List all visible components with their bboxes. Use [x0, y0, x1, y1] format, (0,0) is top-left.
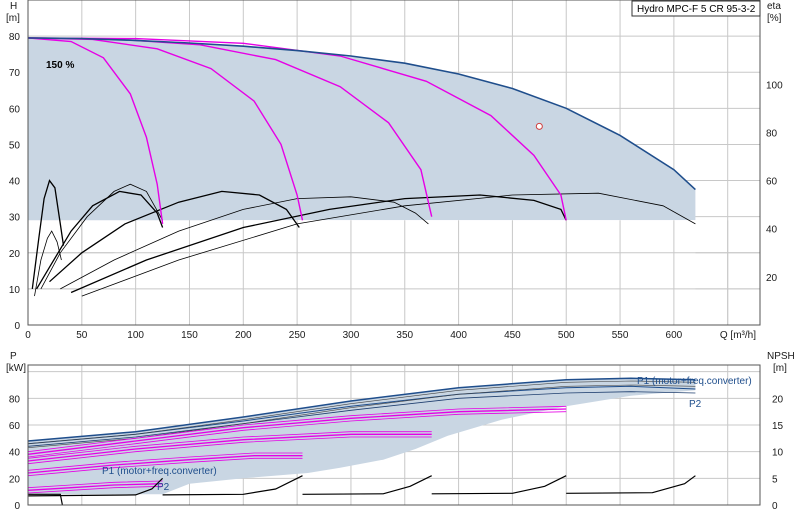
p2-label-right: P2 [689, 399, 702, 410]
chart-svg: 01020304050607080204060801000 50 100 150 200… [6, 0, 795, 512]
qh-x-tick-label: 450 [504, 330, 521, 341]
power-y-axis-label: P [10, 351, 17, 362]
speed-label: 150 % [46, 60, 74, 71]
npsh-tick-label: 0 [772, 501, 778, 512]
p2-label-left: P2 [157, 482, 170, 493]
power-y-tick-label: 80 [9, 394, 21, 405]
qh-eta-tick-label: 80 [766, 128, 778, 139]
qh-x-tick-label: 50 [76, 330, 88, 341]
qh-y-tick-label: 40 [9, 177, 21, 188]
qh-x-tick-label: 300 [343, 330, 360, 341]
qh-eta-tick-label: 40 [766, 225, 778, 236]
qh-y-tick-label: 80 [9, 32, 21, 43]
qh-x-tick-label: 0 [25, 330, 31, 341]
qh-x-tick-label: 550 [612, 330, 629, 341]
qh-x-tick-label: 350 [396, 330, 413, 341]
npsh-axis-unit: [m] [773, 363, 787, 374]
qh-y-tick-label: 60 [9, 104, 21, 115]
npsh-axis-label: NPSH [767, 351, 795, 362]
qh-x-tick-label: 600 [666, 330, 683, 341]
qh-y-axis-unit: [m] [6, 13, 20, 24]
qh-x-tick-label: 150 [181, 330, 198, 341]
power-y-tick-label: 20 [9, 474, 21, 485]
qh-envelope-cutout [28, 220, 696, 325]
npsh-tick-label: 20 [772, 394, 784, 405]
qh-eta-tick-label: 100 [766, 80, 783, 91]
qh-y-tick-label: 30 [9, 213, 21, 224]
chart-title: Hydro MPC-F 5 CR 95-3-2 [637, 4, 756, 15]
npsh-tick-label: 5 [772, 474, 778, 485]
qh-eta-tick-label: 60 [766, 177, 778, 188]
qh-x-tick-label: 500 [558, 330, 575, 341]
power-y-tick-label: 0 [14, 501, 20, 512]
qh-eta-axis-unit: [%] [767, 13, 782, 24]
qh-x-tick-label: 100 [127, 330, 144, 341]
qh-x-tick-label: 200 [235, 330, 252, 341]
qh-x-tick-label: 250 [289, 330, 306, 341]
qh-y-tick-label: 20 [9, 249, 21, 260]
p1-label-right: P1 (motor+freq.converter) [637, 376, 752, 387]
qh-x-tick-label: 400 [450, 330, 467, 341]
qh-y-tick-label: 70 [9, 68, 21, 79]
qh-y-axis-label: H [10, 1, 17, 12]
power-y-axis-unit: [kW] [6, 363, 26, 374]
qh-eta-axis-label: eta [767, 1, 781, 12]
p1-label-left: P1 (motor+freq.converter) [102, 466, 217, 477]
power-y-tick-label: 40 [9, 448, 21, 459]
npsh-tick-label: 10 [772, 448, 784, 459]
qh-y-tick-label: 10 [9, 285, 21, 296]
pump-performance-chart: 0 10 20 30 40 50 60 70 80 20 40 60 80 100 0 50 100 150 200… [0, 0, 800, 520]
qh-eta-tick-label: 20 [766, 273, 778, 284]
power-y-tick-label: 60 [9, 421, 21, 432]
qh-y-tick-label: 0 [14, 321, 20, 332]
npsh-tick-label: 15 [772, 421, 784, 432]
qh-x-axis-label: Q [m³/h] [720, 330, 756, 341]
duty-point-marker [535, 122, 543, 130]
qh-y-tick-label: 50 [9, 140, 21, 151]
